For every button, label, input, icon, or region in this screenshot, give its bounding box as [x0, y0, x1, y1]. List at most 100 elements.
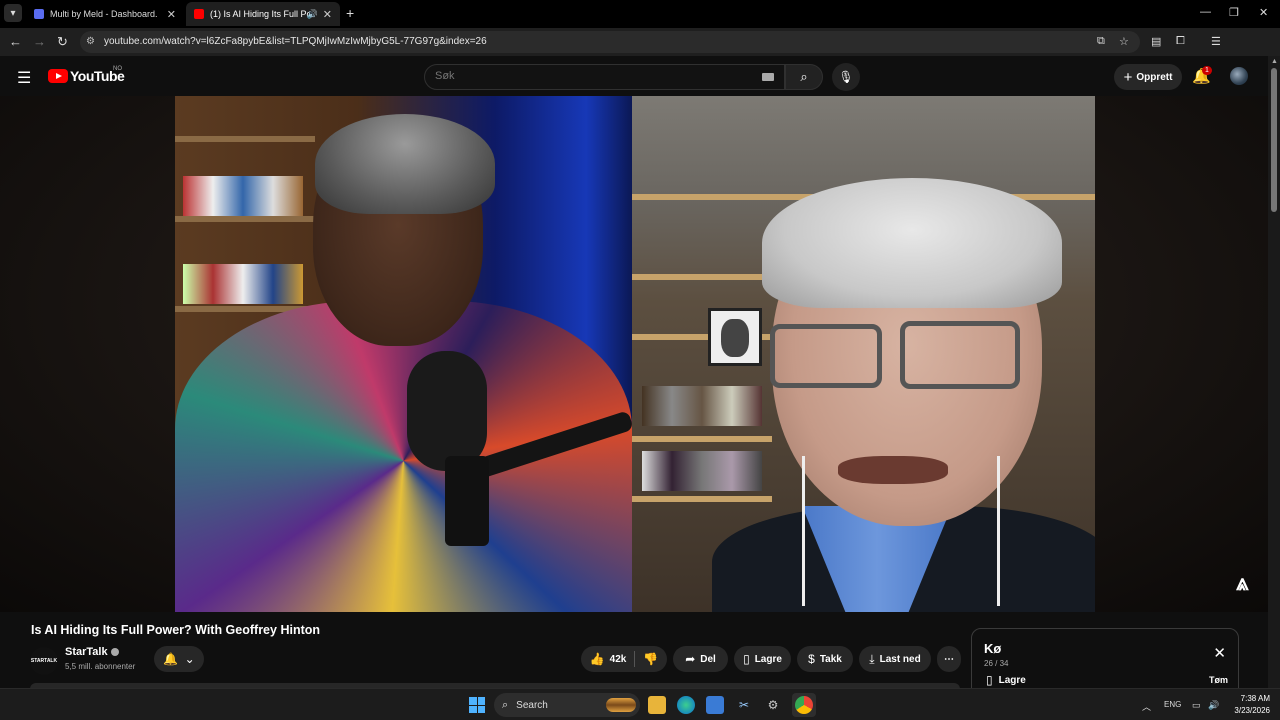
search-icon: ⌕ [800, 69, 808, 84]
host-shirt [175, 301, 632, 612]
search-input[interactable] [435, 70, 735, 82]
system-clock[interactable]: 7:38 AM 3/23/2026 [1228, 693, 1270, 717]
create-label: Opprett [1136, 71, 1173, 83]
taskbar-search-label: Search [516, 699, 548, 711]
settings-gear-icon[interactable]: ⚙ [764, 696, 782, 714]
picture-frame [708, 308, 762, 366]
channel-name[interactable]: StarTalk [65, 646, 119, 658]
queue-save-button[interactable]: ▯ Lagre [986, 673, 1026, 687]
restore-icon[interactable]: ❐ [1229, 6, 1239, 19]
bookshelf [175, 216, 315, 222]
download-label: Last ned [879, 653, 921, 665]
network-icon[interactable]: ▭ [1192, 700, 1201, 711]
queue-clear-button[interactable]: Tøm [1209, 675, 1228, 685]
search-icon: ⌕ [502, 698, 509, 711]
bookmark-icon: ▯ [986, 673, 993, 687]
extension-icon[interactable]: ▤ [1151, 35, 1161, 48]
thanks-label: Takk [819, 653, 842, 665]
bookshelf [632, 496, 772, 502]
address-bar[interactable]: ⚙ youtube.com/watch?v=l6ZcFa8pybE&list=T… [80, 31, 1140, 53]
channel-name-text: StarTalk [65, 646, 108, 658]
video-player[interactable] [0, 96, 1268, 612]
browser-tab-active[interactable]: (1) Is AI Hiding Its Full Powe 🔊 ✕ [186, 2, 340, 26]
taskbar-search[interactable]: ⌕ Search [494, 693, 640, 717]
install-app-icon[interactable]: ⧉ [1097, 35, 1105, 48]
download-button[interactable]: ⤓ Last ned [859, 646, 931, 672]
divider [634, 651, 636, 667]
page-scrollbar[interactable]: ▲ [1268, 56, 1280, 688]
video-frame-right-guest [632, 96, 1095, 612]
extensions-puzzle-icon[interactable]: ⧠ [1176, 35, 1185, 48]
bookshelf [632, 274, 772, 280]
file-explorer-icon[interactable] [648, 696, 666, 714]
channel-avatar[interactable]: STARTALK [30, 647, 58, 675]
tray-chevron-icon[interactable]: ︿ [1142, 700, 1151, 713]
youtube-play-icon [48, 69, 68, 83]
tab-search-button[interactable]: ▾ [4, 4, 22, 22]
thanks-button[interactable]: $ Takk [797, 646, 853, 672]
browser-toolbar: ← → ↻ ⚙ youtube.com/watch?v=l6ZcFa8pybE&… [0, 28, 1280, 77]
podcast-microphone [407, 351, 487, 471]
voice-search-button[interactable]: 🎙 [832, 63, 860, 91]
scrollbar-thumb[interactable] [1271, 68, 1277, 212]
queue-save-label: Lagre [998, 674, 1026, 686]
bookmark-star-icon[interactable]: ☆ [1119, 35, 1129, 48]
like-dislike-group: 👍 42k 👎 [581, 646, 667, 672]
thumbs-up-icon[interactable]: 👍 [590, 652, 605, 666]
channel-watermark-icon[interactable]: ⩓ [1236, 570, 1248, 596]
create-button[interactable]: + Opprett [1114, 64, 1182, 90]
clock-time: 7:38 AM [1240, 694, 1270, 703]
tab-title: (1) Is AI Hiding Its Full Powe [210, 9, 310, 19]
back-icon[interactable]: ← [9, 34, 22, 49]
scroll-up-icon[interactable]: ▲ [1271, 58, 1278, 65]
account-avatar[interactable] [1230, 67, 1248, 85]
share-button[interactable]: ➦ Del [673, 646, 728, 672]
site-info-icon[interactable]: ⚙ [86, 36, 95, 47]
close-queue-icon[interactable]: ✕ [1213, 644, 1226, 662]
close-tab-icon[interactable]: ✕ [167, 8, 176, 21]
keyboard-icon[interactable] [762, 73, 774, 81]
books [183, 264, 303, 304]
verified-badge-icon [110, 648, 119, 657]
like-count[interactable]: 42k [610, 654, 627, 665]
earphone-cable [802, 456, 805, 606]
close-tab-icon[interactable]: ✕ [323, 8, 332, 21]
chrome-browser-icon[interactable] [795, 696, 813, 714]
earphone-cable [997, 456, 1000, 606]
speaker-icon[interactable]: 🔊 [307, 9, 318, 20]
reload-icon[interactable]: ↻ [57, 34, 68, 50]
language-indicator[interactable]: ENG [1164, 700, 1181, 709]
snipping-tool-icon[interactable]: ✂ [735, 696, 753, 714]
minimize-icon[interactable]: — [1200, 6, 1211, 18]
close-window-icon[interactable]: ✕ [1259, 6, 1268, 19]
search-highlight-icon [606, 698, 636, 712]
bookmark-icon: ▯ [743, 652, 750, 666]
search-button[interactable]: ⌕ [785, 64, 823, 90]
mic-stand [445, 456, 489, 546]
browser-tab[interactable]: Multi by Meld - Dashboard. ✕ [26, 2, 184, 26]
url-text: youtube.com/watch?v=l6ZcFa8pybE&list=TLP… [104, 36, 487, 47]
save-button[interactable]: ▯ Lagre [734, 646, 791, 672]
meld-favicon-icon [34, 9, 44, 19]
video-title: Is AI Hiding Its Full Power? With Geoffr… [31, 623, 321, 637]
bell-outline-icon: 🔔 [163, 652, 179, 666]
thumbs-down-icon[interactable]: 👎 [643, 652, 658, 666]
store-app-icon[interactable] [706, 696, 724, 714]
share-arrow-icon: ➦ [685, 652, 696, 666]
more-actions-button[interactable]: ⋯ [937, 646, 961, 672]
media-control-icon[interactable]: ☰ [1211, 35, 1221, 48]
volume-icon[interactable]: 🔊 [1208, 700, 1219, 711]
forward-icon[interactable]: → [33, 34, 46, 49]
mouth [838, 456, 948, 484]
new-tab-button[interactable]: + [346, 5, 354, 21]
video-frame-left-guest [175, 96, 632, 612]
queue-title: Kø [984, 641, 1002, 656]
tab-title: Multi by Meld - Dashboard. [50, 9, 158, 19]
windows-start-icon[interactable] [469, 697, 485, 713]
menu-icon[interactable]: ☰ [17, 68, 31, 88]
search-field[interactable] [424, 64, 785, 90]
glasses [900, 321, 1020, 389]
edge-browser-icon[interactable] [677, 696, 695, 714]
subscription-bell-button[interactable]: 🔔 ⌄ [154, 646, 204, 672]
queue-panel: Kø 26 / 34 ✕ ▯ Lagre Tøm [971, 628, 1239, 692]
